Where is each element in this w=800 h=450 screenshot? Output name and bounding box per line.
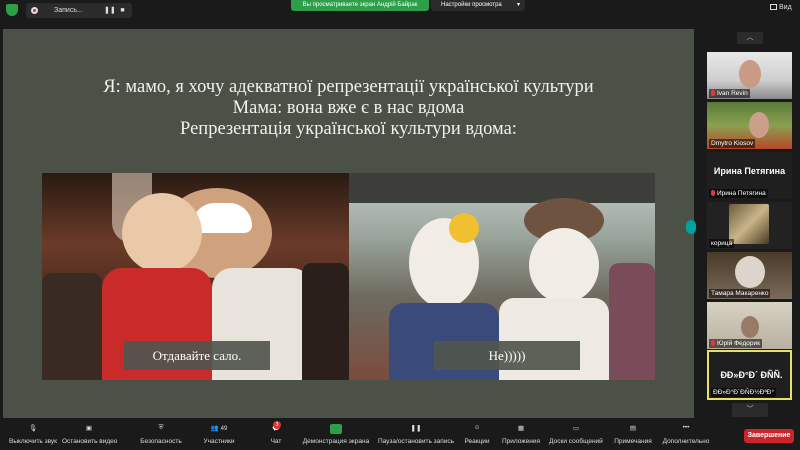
participant-name: Ivan Revin [709, 89, 750, 98]
apps-icon: ▦ [517, 425, 525, 432]
scroll-up-button[interactable]: ︿ [737, 32, 763, 44]
participant-tile[interactable]: Тамара Макаренко [707, 252, 792, 299]
participant-tile[interactable]: Dmytro Kiosov [707, 102, 792, 149]
end-meeting-button[interactable]: Завершение [744, 429, 794, 443]
participant-name: Dmytro Kiosov [709, 139, 756, 148]
share-screen-button[interactable]: Демонстрация экрана [300, 424, 372, 445]
mic-muted-icon [711, 340, 715, 346]
participant-name: Юрій Федорик [709, 339, 762, 348]
pause-icon: ❚❚ [410, 425, 422, 432]
reactions-button[interactable]: ☺ Реакции [462, 424, 492, 445]
chat-icon: 💬3 [264, 421, 288, 436]
participant-tile[interactable]: Юрій Федорик [707, 302, 792, 349]
participant-tile[interactable]: Ivan Revin [707, 52, 792, 99]
chat-unread-badge: 3 [273, 421, 281, 429]
apps-button[interactable]: ▦ Приложения [500, 424, 542, 445]
participants-button[interactable]: 👥 49 Участники [200, 424, 238, 445]
slide-text: Я: мамо, я хочу адекватної репрезентації… [3, 77, 694, 140]
view-options-dropdown[interactable]: Настройки просмотра ▾ [431, 0, 525, 11]
zoom-window: Запись... ❚❚ ■ Вы просматриваете экран А… [0, 0, 800, 450]
security-shield-icon[interactable] [6, 4, 18, 16]
scroll-down-button[interactable]: ﹀ [732, 403, 768, 417]
smiley-icon: ☺ [473, 424, 481, 431]
more-icon: ••• [682, 424, 690, 431]
participant-tile[interactable]: корица [707, 202, 792, 249]
view-label: Вид [779, 4, 792, 11]
slide-line-1: Я: мамо, я хочу адекватної репрезентації… [103, 77, 594, 97]
participant-display-name: ÐÐ»Ð°Ð´ ÐÑÑ. [720, 370, 783, 380]
whiteboard-button[interactable]: ▭ Доски сообщений [546, 424, 606, 445]
top-bar: Запись... ❚❚ ■ Вы просматриваете экран А… [0, 0, 800, 20]
slide-line-2: Мама: вона вже є в нас вдома [232, 98, 465, 118]
security-button[interactable]: ⛨ Безопасность [138, 424, 184, 445]
participants-icon: 👥 49 [210, 425, 228, 432]
mic-muted-icon [711, 90, 715, 96]
view-button[interactable]: Вид [770, 4, 792, 11]
share-screen-icon [300, 424, 372, 436]
caption-right: Не))))) [434, 341, 580, 370]
slide-line-3: Репрезентація української культури вдома… [180, 119, 517, 139]
shared-screen-slide: Я: мамо, я хочу адекватної репрезентації… [3, 29, 694, 418]
screen-share-banner: Вы просматриваете экран Андрій Байрак [291, 0, 429, 11]
notes-button[interactable]: ▤ Примечания [612, 424, 654, 445]
pause-recording-icon[interactable]: ❚❚ [104, 6, 116, 15]
mic-muted-icon [711, 190, 715, 196]
notes-icon: ▤ [629, 425, 637, 432]
participant-name: Ирина Петягина [709, 189, 768, 198]
recording-label: Запись... [54, 7, 83, 14]
pause-recording-button[interactable]: ❚❚ Пауза/остановить запись [376, 424, 456, 445]
more-button[interactable]: ••• Дополнительно [660, 424, 712, 445]
participant-name: ÐÐ»Ð°Ð´ÐÑÐ½ÐªÐ° [711, 388, 777, 397]
shield-icon: ⛨ [158, 424, 164, 431]
chevron-down-icon: ▾ [516, 2, 520, 8]
caption-left: Отдавайте сало. [124, 341, 270, 370]
photo-mascots-day: Не))))) [349, 173, 655, 380]
chat-button[interactable]: 💬3 Чат [264, 421, 288, 445]
video-camera-icon: ▣ [85, 425, 93, 432]
panel-resize-handle[interactable] [686, 220, 696, 234]
stop-recording-icon[interactable]: ■ [118, 6, 127, 15]
participant-name: Тамара Макаренко [709, 289, 771, 298]
microphone-icon: 🎙 [28, 425, 38, 432]
participant-name: корица [709, 239, 735, 248]
participant-tile-active-speaker[interactable]: ÐÐ»Ð°Ð´ ÐÑÑ. ÐÐ»Ð°Ð´ÐÑÐ½ÐªÐ° [707, 350, 792, 400]
photo-mascots-night: Отдавайте сало. [42, 173, 349, 380]
participant-display-name: Ирина Петягина [713, 166, 786, 176]
grid-view-icon [770, 4, 777, 10]
participant-tile[interactable]: Ирина Петягина Ирина Петягина [707, 152, 792, 199]
stop-video-button[interactable]: ▣ Остановить видео [62, 424, 117, 445]
bottom-toolbar: 🎙 Выключить звук ▣ Остановить видео ⛨ Бе… [0, 421, 800, 450]
mute-button[interactable]: 🎙 Выключить звук [6, 424, 60, 445]
recording-indicator: Запись... ❚❚ ■ [26, 3, 132, 18]
view-options-label: Настройки просмотра [441, 2, 502, 8]
record-dot-icon [31, 7, 38, 14]
whiteboard-icon: ▭ [572, 425, 580, 432]
